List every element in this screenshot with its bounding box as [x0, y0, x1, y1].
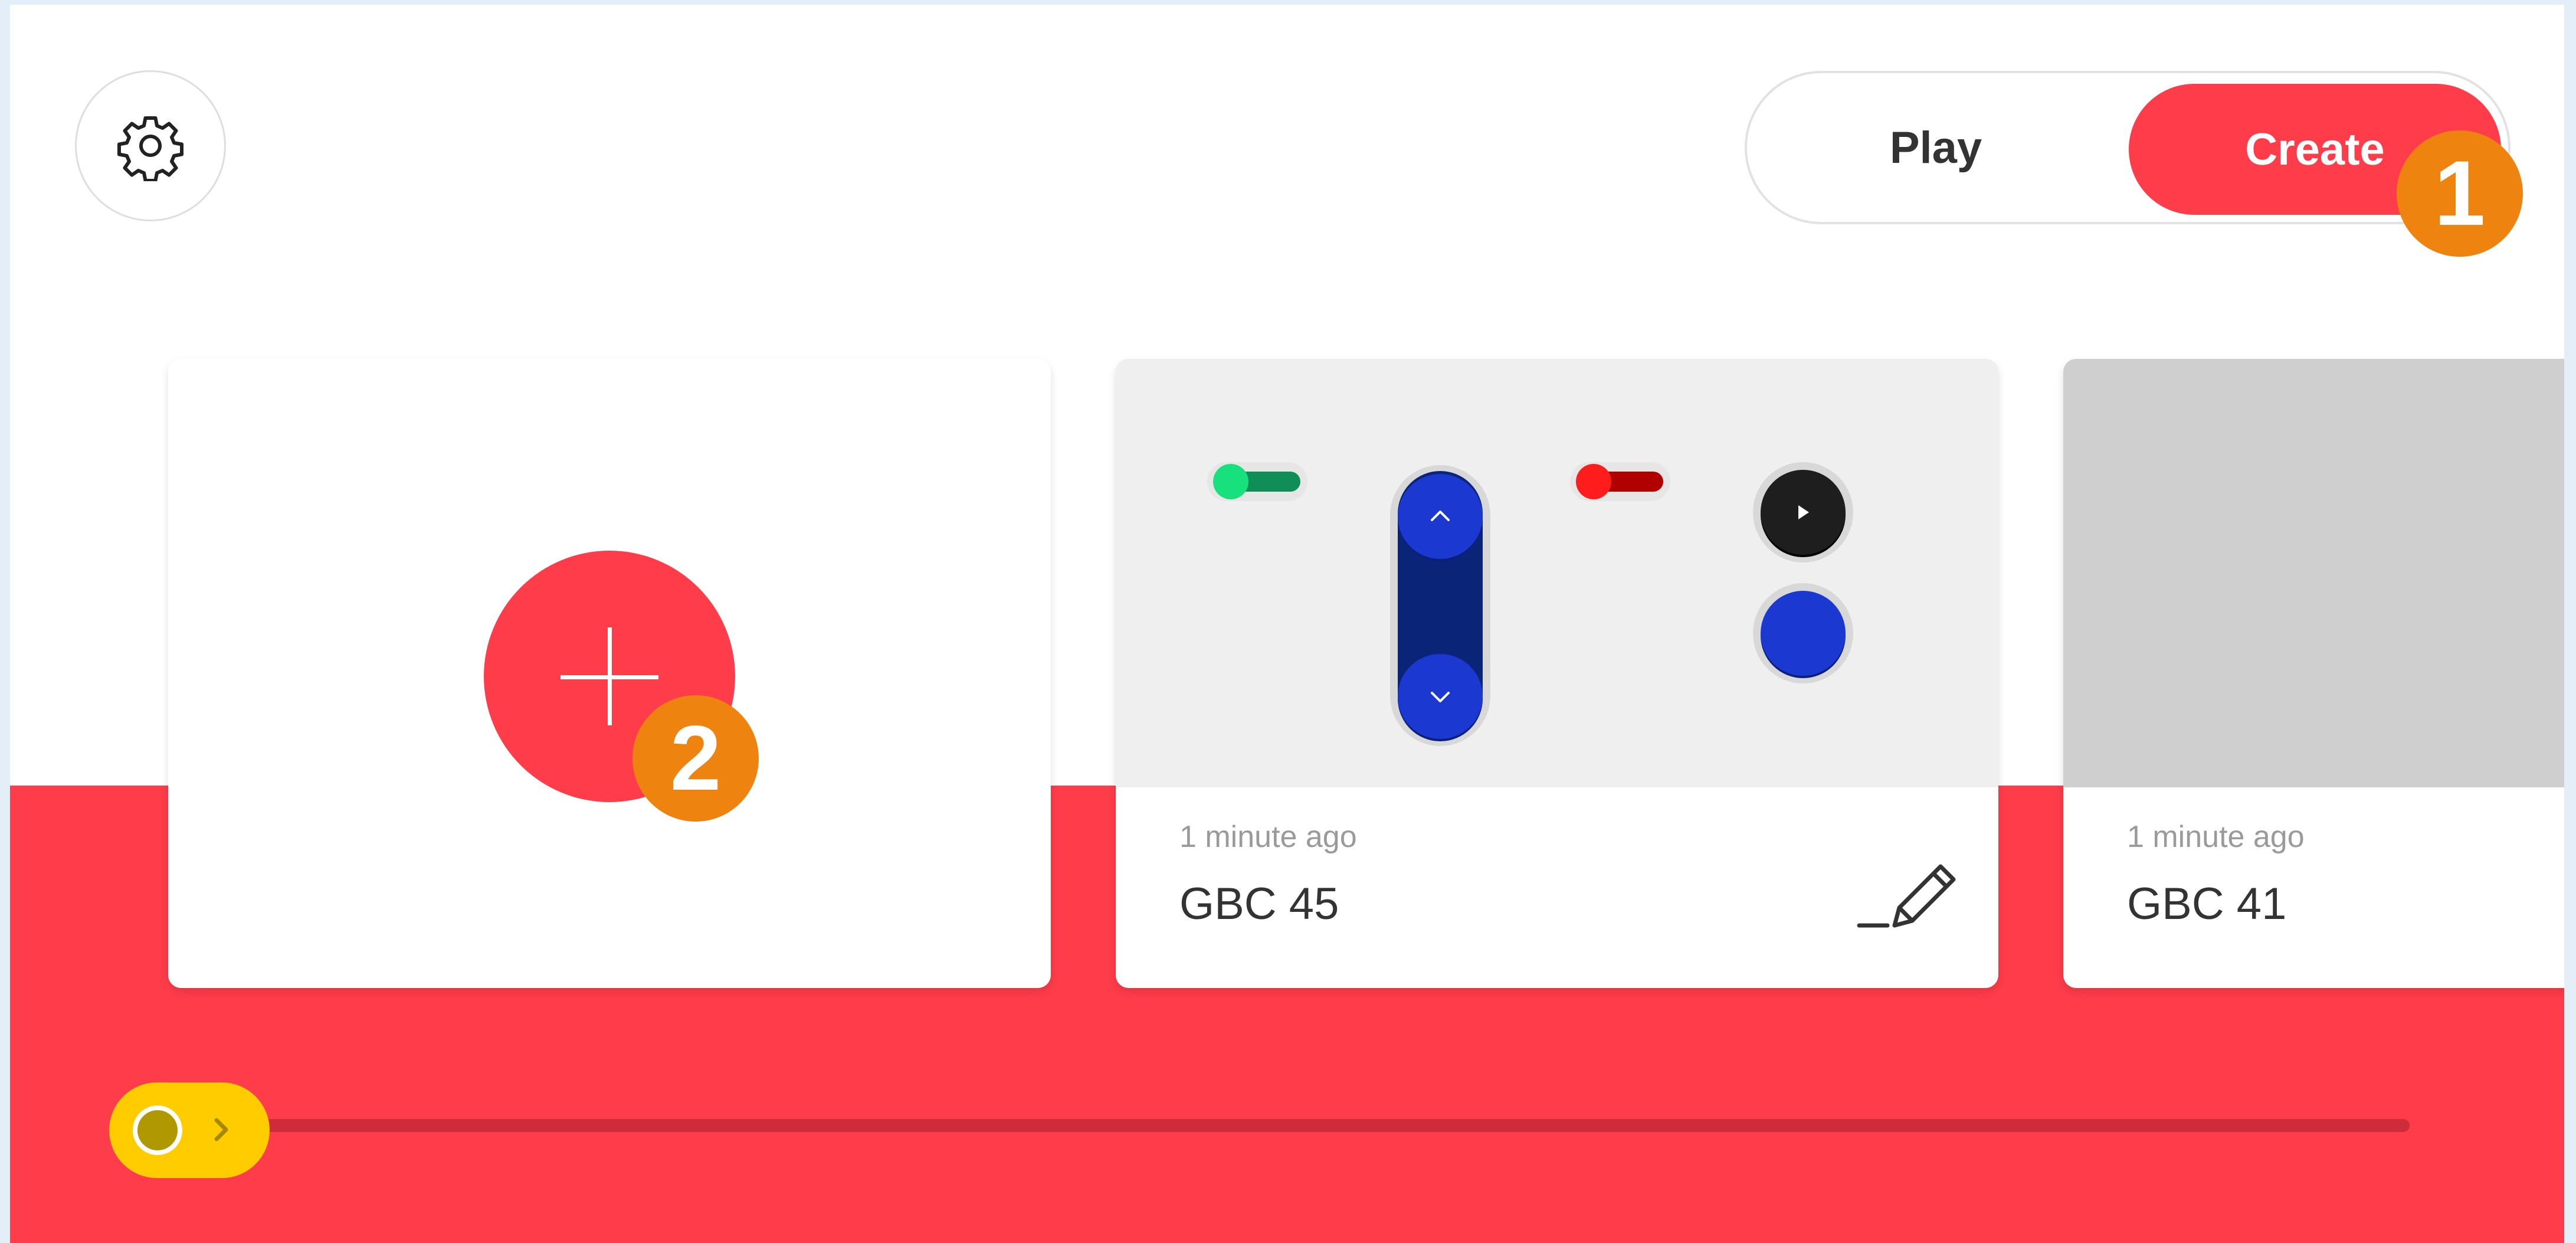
project-time: 1 minute ago	[1179, 820, 1357, 854]
up-arrow-icon	[1398, 474, 1483, 559]
edit-project-button[interactable]	[1836, 843, 1971, 949]
toggle-on-icon	[1207, 462, 1307, 501]
project-time: 1 minute ago	[2127, 820, 2305, 854]
mode-toggle: Play Create	[1745, 71, 2511, 224]
settings-button[interactable]	[75, 70, 226, 221]
play-tab[interactable]: Play	[1747, 73, 2125, 222]
project-title: GBC 41	[2127, 879, 2287, 929]
project-thumbnail	[2063, 359, 2564, 787]
step-badge-2: 2	[632, 695, 759, 822]
project-card[interactable]: 1 minute ago GBC 45	[1116, 359, 1998, 988]
round-button-icon	[1761, 591, 1846, 676]
step-badge-1: 1	[2397, 130, 2523, 257]
app-screen: Play Create 1 2 1 minute ago GBC 45 1 mi…	[10, 5, 2564, 1243]
pencil-icon	[1857, 864, 1956, 928]
toggle-off-icon	[1570, 462, 1670, 501]
play-icon	[1761, 470, 1846, 555]
gear-icon	[117, 116, 183, 181]
project-card[interactable]: 1 minute ago GBC 41	[2063, 359, 2564, 988]
project-title: GBC 45	[1179, 879, 1339, 929]
chevron-right-icon	[214, 1118, 228, 1141]
scroll-handle[interactable]	[109, 1082, 270, 1178]
new-project-card[interactable]	[168, 359, 1051, 988]
scroll-track[interactable]	[258, 1119, 2410, 1132]
down-arrow-icon	[1398, 654, 1483, 739]
project-thumbnail	[1116, 359, 1998, 787]
